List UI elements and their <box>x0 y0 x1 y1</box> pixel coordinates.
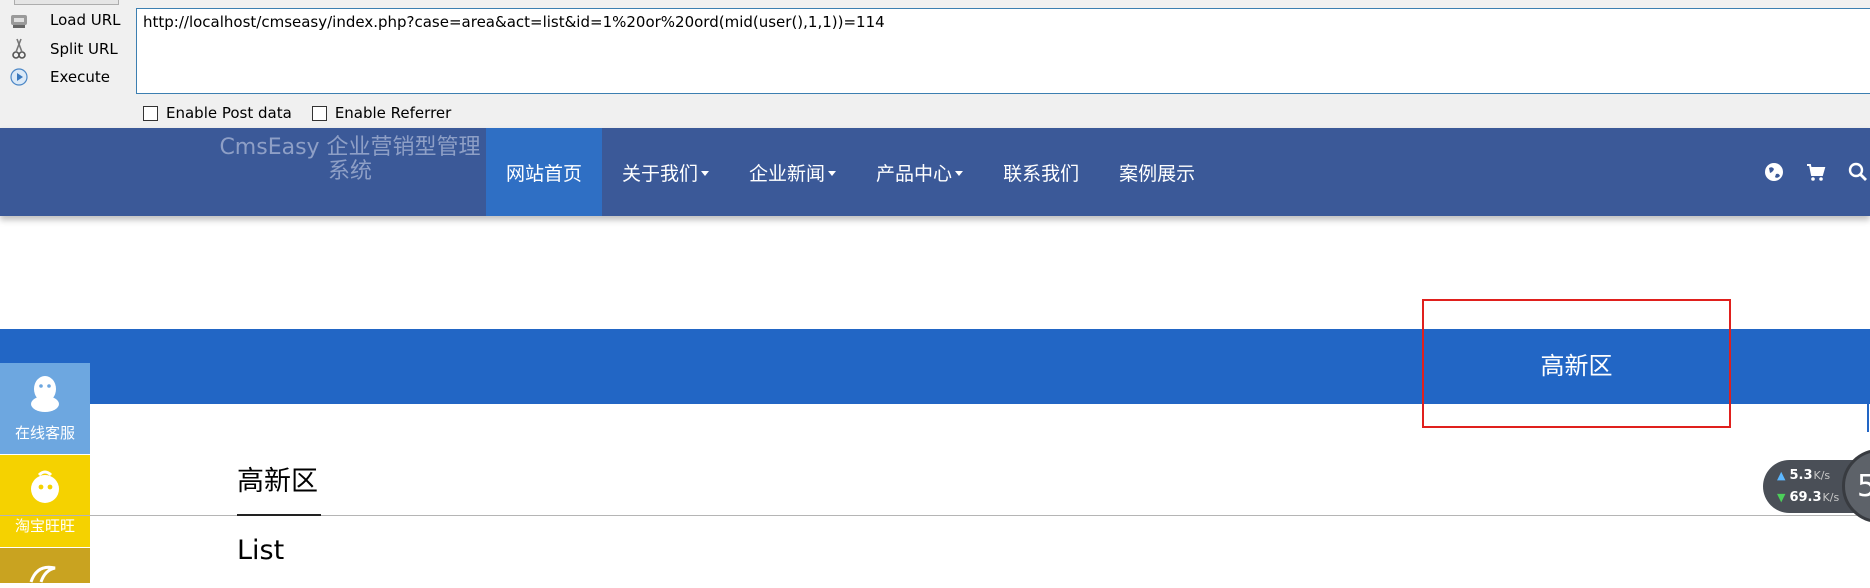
wangwang-icon <box>25 467 65 511</box>
nav-news[interactable]: 企业新闻 <box>729 128 856 216</box>
load-url-button[interactable]: Load URL <box>8 7 121 33</box>
download-speed: ▼ 69.3 K/s <box>1777 490 1840 505</box>
nav-about[interactable]: 关于我们 <box>602 128 729 216</box>
arrow-down-icon: ▼ <box>1777 491 1786 504</box>
play-icon <box>8 66 30 88</box>
taobao-wangwang-label: 淘宝旺旺 <box>14 516 75 535</box>
scissors-icon <box>8 38 30 60</box>
logo-line-1: CmsEasy 企业营销型管理 <box>219 135 481 160</box>
execute-button[interactable]: Execute <box>8 64 110 90</box>
execute-label: Execute <box>50 68 110 86</box>
qq-icon <box>27 374 63 418</box>
banner-edge <box>1867 339 1869 432</box>
checkbox-box[interactable] <box>143 105 158 121</box>
enable-post-checkbox[interactable]: Enable Post data <box>143 104 292 122</box>
site-navbar: CmsEasy 企业营销型管理 系统 网站首页 关于我们 企业新闻 产品中心 联… <box>0 128 1870 216</box>
split-url-button[interactable]: Split URL <box>8 36 118 62</box>
highlight-annotation-box: 高新区 <box>1422 299 1731 428</box>
enable-post-label: Enable Post data <box>166 104 292 122</box>
main-menu: 网站首页 关于我们 企业新闻 产品中心 联系我们 案例展示 <box>486 128 1215 216</box>
globe-icon[interactable] <box>1762 160 1786 184</box>
upload-speed: ▲ 5.3 K/s <box>1777 468 1831 483</box>
search-icon[interactable] <box>1846 160 1870 184</box>
taobao-wangwang-button[interactable]: 淘宝旺旺 <box>0 455 90 547</box>
caret-down-icon <box>828 171 837 176</box>
online-service-button[interactable]: 在线客服 <box>0 363 90 454</box>
enable-referrer-checkbox[interactable]: Enable Referrer <box>311 104 452 122</box>
url-input[interactable]: http://localhost/cmseasy/index.php?case=… <box>136 8 1870 94</box>
split-url-label: Split URL <box>50 40 118 58</box>
alibaba-icon <box>25 562 65 588</box>
load-url-label: Load URL <box>50 11 121 29</box>
load-url-icon <box>8 9 30 31</box>
arrow-up-icon: ▲ <box>1777 469 1786 482</box>
caret-down-icon <box>955 171 964 176</box>
site-logo[interactable]: CmsEasy 企业营销型管理 系统 <box>218 136 482 184</box>
nav-contact[interactable]: 联系我们 <box>983 128 1099 216</box>
online-service-label: 在线客服 <box>14 424 75 442</box>
hackbar-top-button[interactable] <box>14 0 119 5</box>
caret-down-icon <box>701 171 710 176</box>
cart-icon[interactable] <box>1804 160 1828 184</box>
content-subtitle: List <box>237 535 285 566</box>
hackbar-toolbar: Load URL Split URL Execute http://localh… <box>0 0 1870 128</box>
nav-products[interactable]: 产品中心 <box>856 128 983 216</box>
banner-title: 高新区 <box>1540 352 1613 380</box>
title-underline <box>237 514 321 516</box>
enable-referrer-label: Enable Referrer <box>334 104 452 122</box>
alibaba-button[interactable] <box>0 548 90 583</box>
content-title: 高新区 <box>237 466 318 497</box>
checkbox-box[interactable] <box>311 105 327 121</box>
nav-home[interactable]: 网站首页 <box>486 128 603 216</box>
nav-cases[interactable]: 案例展示 <box>1099 128 1215 216</box>
logo-line-2: 系统 <box>327 159 372 184</box>
